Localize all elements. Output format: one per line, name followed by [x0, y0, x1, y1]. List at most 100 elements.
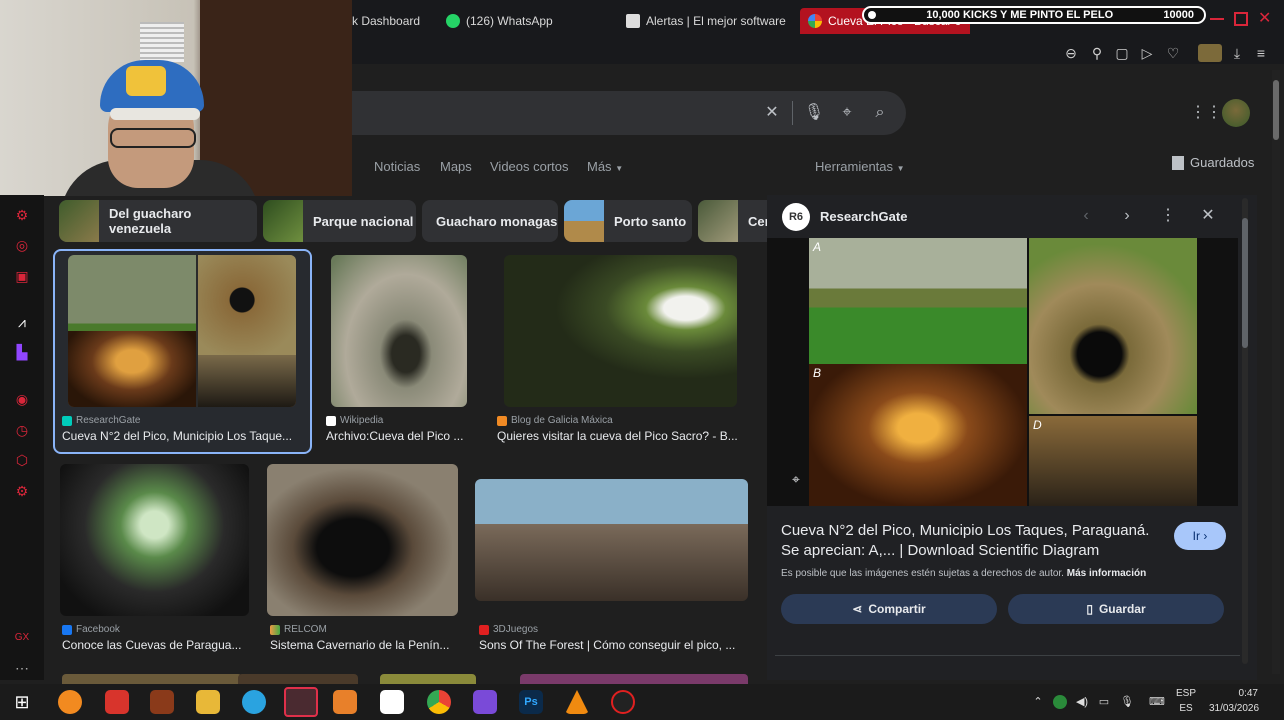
sidebar-extensions-icon[interactable]: ⬡ — [14, 452, 30, 468]
taskbar-telegram-icon[interactable] — [242, 690, 266, 714]
profile-avatar-icon[interactable] — [1198, 44, 1222, 62]
zoom-out-icon[interactable]: ⊖ — [1062, 44, 1080, 62]
sidebar-history-icon[interactable]: ◷ — [14, 422, 30, 438]
tray-volume-icon[interactable]: ◀) — [1075, 695, 1089, 709]
result-image[interactable] — [267, 464, 458, 616]
tools-button[interactable]: Herramientas ▼ — [815, 159, 905, 174]
clear-search-icon[interactable]: ✕ — [761, 102, 783, 124]
taskbar-player-icon[interactable] — [333, 690, 357, 714]
opera-gx-icon[interactable]: GX — [14, 630, 30, 646]
chip-porto-santo[interactable]: Porto santo — [564, 200, 692, 242]
taskbar-browser-icon[interactable] — [58, 690, 82, 714]
taskbar-obs-icon[interactable] — [611, 690, 635, 714]
result-image-partial[interactable] — [62, 674, 242, 684]
tray-network-icon[interactable]: ▭ — [1097, 695, 1111, 709]
taskbar-file-explorer-icon[interactable] — [196, 690, 220, 714]
result-caption[interactable]: Archivo:Cueva del Pico ... — [326, 429, 471, 443]
tab-alertas[interactable]: Alertas | El mejor software — [626, 8, 786, 34]
taskbar-app-icon[interactable] — [473, 690, 497, 714]
next-icon[interactable]: › — [1117, 206, 1137, 226]
close-preview-icon[interactable]: ✕ — [1198, 206, 1218, 226]
result-caption[interactable]: Cueva N°2 del Pico, Municipio Los Taque.… — [62, 429, 302, 443]
sidebar-aria-icon[interactable]: ⚙ — [14, 207, 30, 223]
windows-start-icon[interactable]: ⊞ — [10, 690, 34, 714]
preview-source[interactable]: ResearchGate — [820, 209, 907, 224]
page-scrollbar-thumb[interactable] — [1273, 80, 1279, 140]
result-image-partial[interactable] — [520, 674, 748, 684]
play-icon[interactable]: ▷ — [1138, 44, 1156, 62]
tab-whatsapp[interactable]: (126) WhatsApp — [446, 8, 553, 34]
taskbar-game-icon[interactable] — [150, 690, 174, 714]
taskbar-photoshop-icon[interactable]: Ps — [519, 690, 543, 714]
result-image[interactable] — [504, 255, 737, 407]
relcom-icon — [270, 624, 280, 635]
minimize-icon[interactable] — [1210, 12, 1224, 20]
sidebar-twitch-icon[interactable]: ▙ — [14, 344, 30, 360]
google-lens-icon[interactable]: ⌖ — [786, 469, 806, 489]
sidebar-flow-icon[interactable]: ◉ — [14, 391, 30, 407]
preview-image[interactable]: A B D — [767, 238, 1238, 506]
result-caption[interactable]: Sistema Cavernario de la Penín... — [270, 638, 460, 652]
goal-text: 10,000 KICKS Y ME PINTO EL PELO — [926, 9, 1114, 21]
saved-button[interactable]: Guardados — [1172, 155, 1254, 170]
result-image[interactable] — [475, 479, 748, 601]
preview-scrollbar-thumb[interactable] — [1242, 218, 1248, 348]
sidebar-player-icon[interactable]: ◎ — [14, 237, 30, 253]
result-image-partial[interactable] — [238, 674, 358, 684]
close-window-icon[interactable]: ✕ — [1258, 11, 1272, 27]
tray-expand-icon[interactable]: ⌃ — [1031, 695, 1045, 709]
tray-app-icon[interactable] — [1053, 695, 1067, 709]
page-scrollbar[interactable] — [1272, 70, 1280, 674]
result-caption[interactable]: Sons Of The Forest | Cómo conseguir el p… — [479, 638, 747, 652]
result-image-collage[interactable] — [68, 255, 296, 407]
clock[interactable]: 0:47 31/03/2026 — [1200, 688, 1268, 714]
taskbar-opera-gx-icon[interactable] — [284, 687, 318, 717]
tab-label: (126) WhatsApp — [466, 14, 553, 28]
tray-keyboard-icon[interactable]: ⌨ — [1146, 695, 1168, 709]
share-button[interactable]: ⋖ Compartir — [781, 594, 997, 624]
menu-icon[interactable]: ≡ — [1252, 44, 1270, 62]
tab-maps[interactable]: Maps — [440, 159, 472, 174]
tab-noticias[interactable]: Noticias — [374, 159, 420, 174]
google-lens-icon[interactable]: ⌖ — [836, 102, 858, 124]
tab-dashboard[interactable]: k Dashboard — [352, 8, 420, 34]
clock-time: 0:47 — [1238, 688, 1258, 699]
chip-guacharo-monagas[interactable]: Guacharo monagas — [422, 200, 558, 242]
result-caption[interactable]: Quieres visitar la cueva del Pico Sacro?… — [497, 429, 747, 443]
result-image[interactable] — [331, 255, 467, 407]
chip-cer[interactable]: Cer — [698, 200, 767, 242]
download-icon[interactable]: ⤓ — [1228, 44, 1246, 62]
preview-scrollbar[interactable] — [1242, 198, 1248, 664]
save-button[interactable]: ▯ Guardar — [1008, 594, 1224, 624]
webcam-cap-brim — [110, 108, 200, 120]
result-image-partial[interactable] — [380, 674, 476, 684]
tab-mas[interactable]: Más ▼ — [587, 159, 623, 174]
previous-icon[interactable]: ‹ — [1076, 206, 1096, 226]
chip-guacharo-venezuela[interactable]: Del guacharo venezuela — [59, 200, 257, 242]
google-apps-icon[interactable]: ⋮⋮ — [1190, 104, 1222, 122]
google-account-avatar[interactable] — [1222, 99, 1250, 127]
sidebar-settings-icon[interactable]: ⚙ — [14, 483, 30, 499]
sidebar-messenger-icon[interactable]: ▣ — [14, 268, 30, 284]
tray-mic-icon[interactable]: 🎙 — [1120, 695, 1134, 709]
pin-icon[interactable]: ⚲ — [1088, 44, 1106, 62]
heart-icon[interactable]: ♡ — [1164, 44, 1182, 62]
preview-title[interactable]: Cueva N°2 del Pico, Municipio Los Taques… — [781, 521, 1161, 561]
language-indicator[interactable]: ESP ES — [1172, 688, 1200, 714]
microphone-icon[interactable]: 🎙 — [803, 102, 825, 124]
result-image[interactable] — [60, 464, 249, 616]
search-icon[interactable]: ⌕ — [869, 102, 891, 124]
taskbar-capcut-icon[interactable] — [380, 690, 404, 714]
sidebar-more-icon[interactable]: ⋯ — [14, 660, 30, 676]
result-caption[interactable]: Conoce las Cuevas de Paragua... — [62, 638, 252, 652]
tab-videos-cortos[interactable]: Videos cortos — [490, 159, 569, 174]
more-options-icon[interactable]: ⋮ — [1158, 206, 1178, 226]
sidebar-tool-icon[interactable]: ⩘ — [14, 314, 30, 330]
visit-button[interactable]: Ir › — [1174, 522, 1226, 550]
snapshot-icon[interactable]: ▢ — [1113, 44, 1131, 62]
more-info-link[interactable]: Más información — [1067, 568, 1146, 579]
taskbar-wps-icon[interactable] — [105, 690, 129, 714]
taskbar-chrome-icon[interactable] — [427, 690, 451, 714]
maximize-icon[interactable] — [1234, 12, 1248, 26]
chip-parque-nacional[interactable]: Parque nacional — [263, 200, 416, 242]
